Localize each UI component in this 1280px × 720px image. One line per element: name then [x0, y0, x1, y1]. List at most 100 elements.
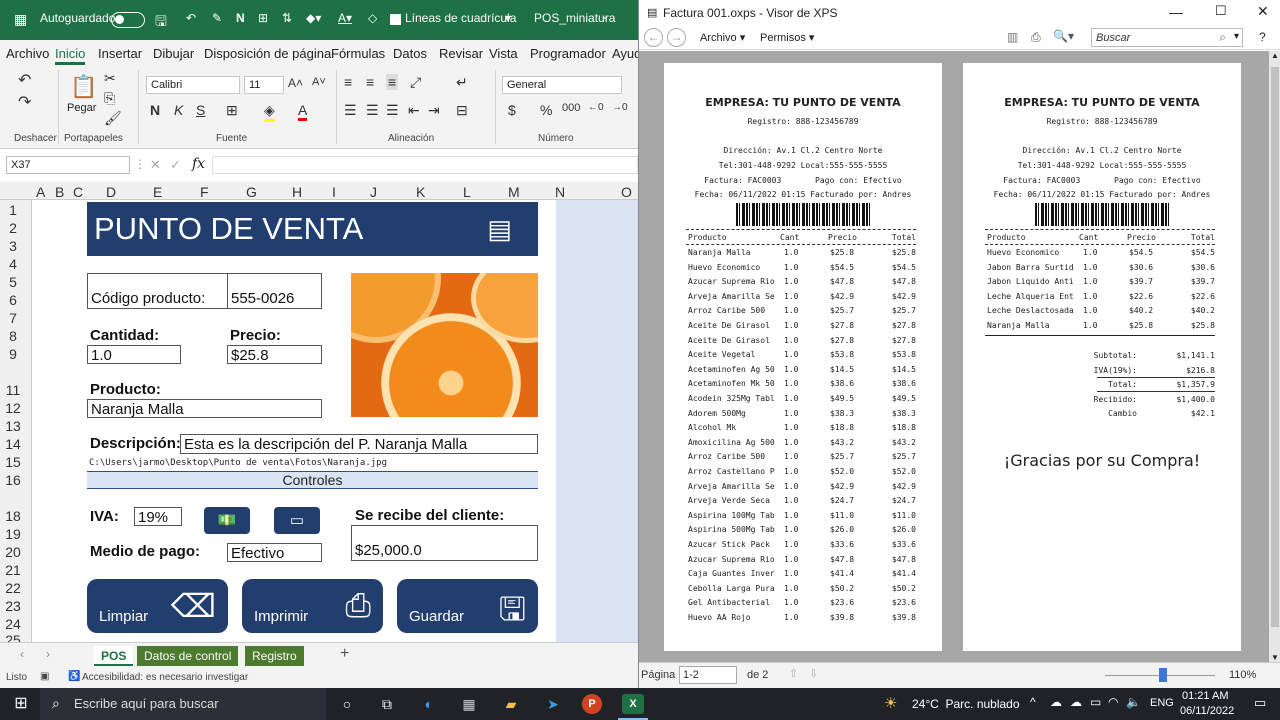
row-header[interactable]: 5: [0, 274, 26, 290]
font-size-select[interactable]: 11: [244, 76, 284, 94]
column-header[interactable]: K: [416, 184, 425, 200]
name-box[interactable]: X37: [6, 156, 130, 174]
row-header[interactable]: 24: [0, 616, 26, 632]
add-sheet-icon[interactable]: +: [340, 645, 349, 663]
tab-pos[interactable]: POS: [94, 646, 134, 666]
cash-button[interactable]: 💵: [204, 507, 250, 534]
undo-icon[interactable]: ↶: [186, 11, 196, 25]
zoom-slider-thumb[interactable]: [1158, 668, 1167, 682]
qty-field[interactable]: 1.0: [87, 345, 181, 364]
bold-icon[interactable]: N: [150, 102, 160, 118]
search-input[interactable]: Buscar ⌕ ▾: [1091, 28, 1243, 47]
menu-disposicion[interactable]: Disposición de página: [204, 46, 331, 61]
zoom-icon[interactable]: 🔍▾: [1053, 29, 1074, 43]
menu-datos[interactable]: Datos: [393, 46, 427, 61]
menu-inicio[interactable]: Inicio: [55, 46, 86, 65]
row-header[interactable]: 3: [0, 238, 26, 254]
row-header[interactable]: 8: [0, 328, 26, 344]
vertical-scrollbar[interactable]: ▲ ▼: [1269, 51, 1280, 662]
font-color-icon[interactable]: A: [298, 102, 308, 121]
row-header[interactable]: 7: [0, 310, 26, 326]
grow-font-icon[interactable]: A˄: [288, 76, 303, 90]
clock-date[interactable]: 06/11/2022: [1180, 705, 1234, 717]
row-header[interactable]: 2: [0, 220, 26, 236]
cloud-icon[interactable]: ☁: [1070, 695, 1082, 709]
row-header[interactable]: 1: [0, 202, 26, 218]
row-header[interactable]: 15: [0, 454, 26, 470]
percent-icon[interactable]: %: [540, 102, 552, 118]
align-center-icon[interactable]: ☰: [366, 102, 379, 119]
shrink-font-icon[interactable]: A˅: [312, 76, 326, 88]
column-header[interactable]: M: [508, 184, 520, 200]
column-header[interactable]: A: [36, 184, 45, 200]
description-field[interactable]: Esta es la descripción del P. Naranja Ma…: [180, 434, 538, 454]
row-header[interactable]: 20: [0, 544, 26, 560]
paste-label[interactable]: Pegar: [67, 102, 96, 114]
paste-icon[interactable]: 📋: [70, 74, 97, 100]
cloud-icon[interactable]: ☁: [1050, 695, 1062, 709]
tab-scroll-right-icon[interactable]: ›: [46, 647, 50, 661]
powerpoint-icon[interactable]: P: [582, 694, 602, 714]
tab-registro[interactable]: Registro: [245, 646, 304, 666]
underline-icon[interactable]: S: [196, 102, 205, 118]
column-header[interactable]: G: [246, 184, 257, 200]
menu-formulas[interactable]: Fórmulas: [331, 46, 385, 61]
maximize-icon[interactable]: ☐: [1215, 3, 1227, 19]
increase-decimal-icon[interactable]: ←0: [588, 102, 604, 113]
autosave-toggle[interactable]: [111, 12, 145, 28]
row-header[interactable]: 21: [0, 562, 26, 578]
menu-archivo[interactable]: Archivo: [6, 46, 49, 61]
back-icon[interactable]: ←: [644, 28, 663, 47]
align-right-icon[interactable]: ☰: [386, 102, 399, 119]
page-view-icon[interactable]: ▥: [1007, 30, 1018, 44]
currency-icon[interactable]: $: [508, 102, 516, 118]
iva-field[interactable]: 19%: [134, 507, 182, 526]
row-header[interactable]: 23: [0, 598, 26, 614]
save-button[interactable]: Guardar 🖫: [397, 579, 538, 633]
excel-icon[interactable]: X: [622, 694, 644, 714]
telegram-icon[interactable]: ➤: [542, 694, 564, 714]
scrollbar-thumb[interactable]: [1271, 67, 1279, 627]
language-indicator[interactable]: ENG: [1150, 697, 1174, 709]
eraser-quick-icon[interactable]: ◇: [368, 11, 377, 25]
enter-icon[interactable]: ✓: [170, 157, 181, 173]
row-header[interactable]: 6: [0, 292, 26, 308]
clock-time[interactable]: 01:21 AM: [1182, 690, 1228, 702]
wrap-text-icon[interactable]: ↵: [456, 74, 468, 91]
scroll-down-icon[interactable]: ▼: [1271, 653, 1279, 662]
column-header[interactable]: B: [55, 184, 64, 200]
cortana-icon[interactable]: ○: [336, 694, 358, 714]
print-icon[interactable]: ⎙: [1031, 30, 1041, 45]
row-header[interactable]: 14: [0, 436, 26, 452]
sort-icon[interactable]: ⇅: [282, 11, 292, 25]
fill-color-quick-icon[interactable]: ◆▾: [306, 11, 321, 25]
weather-icon[interactable]: ☀: [884, 694, 897, 712]
column-header[interactable]: D: [106, 184, 116, 200]
print-button[interactable]: Imprimir ⎙: [242, 579, 383, 633]
gridlines-checkbox[interactable]: [390, 14, 401, 25]
chevron-down-icon[interactable]: ⌄: [601, 11, 609, 22]
column-header[interactable]: H: [292, 184, 302, 200]
menu-vista[interactable]: Vista: [489, 46, 518, 61]
menu-permisos[interactable]: Permisos ▾: [760, 31, 814, 44]
column-header[interactable]: J: [370, 184, 377, 200]
minimize-icon[interactable]: —: [1169, 4, 1183, 20]
column-header[interactable]: C: [73, 184, 83, 200]
product-field[interactable]: Naranja Malla: [87, 399, 322, 418]
price-field[interactable]: $25.8: [227, 345, 322, 364]
column-header[interactable]: E: [153, 184, 162, 200]
forward-icon[interactable]: →: [667, 28, 686, 47]
windows-start-icon[interactable]: ⊞: [10, 694, 32, 714]
taskbar-search[interactable]: ⌕ Escribe aquí para buscar: [40, 688, 326, 720]
macro-record-icon[interactable]: ▣: [40, 671, 49, 682]
volume-icon[interactable]: 🔈: [1126, 695, 1141, 709]
menu-archivo[interactable]: Archivo ▾: [700, 31, 745, 44]
cancel-icon[interactable]: ✕: [150, 157, 161, 173]
row-header[interactable]: 9: [0, 346, 26, 362]
payment-field[interactable]: Efectivo: [227, 543, 322, 562]
align-top-icon[interactable]: ≡: [344, 74, 352, 90]
save-icon[interactable]: 🖫: [155, 11, 167, 35]
calculator-icon[interactable]: ▦: [458, 694, 480, 714]
column-header[interactable]: L: [463, 184, 471, 200]
menu-revisar[interactable]: Revisar: [439, 46, 483, 61]
